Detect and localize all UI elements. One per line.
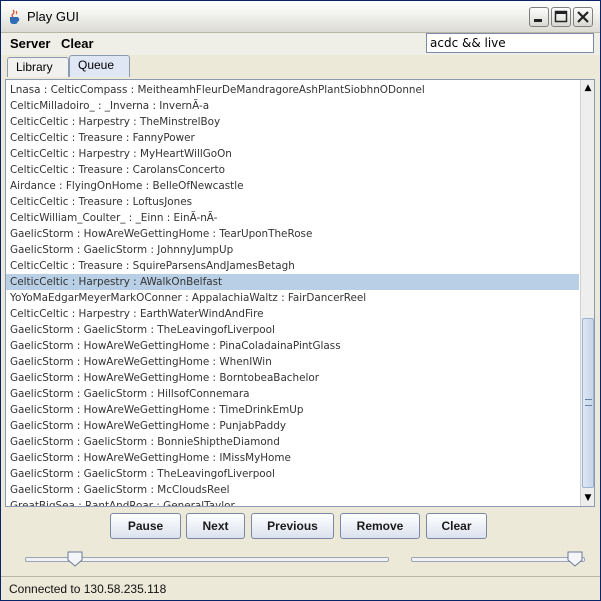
maximize-button[interactable] <box>551 7 571 27</box>
queue-row[interactable]: GaelicStorm : GaelicStorm : TheLeavingof… <box>6 466 579 482</box>
queue-row[interactable]: CelticCeltic : Treasure : FannyPower <box>6 130 579 146</box>
menu-server[interactable]: Server <box>10 36 50 51</box>
queue-row[interactable]: CelticCeltic : Harpestry : AWalkOnBelfas… <box>6 274 579 290</box>
position-slider-knob[interactable] <box>67 551 83 567</box>
queue-row[interactable]: GaelicStorm : HowAreWeGettingHome : Punj… <box>6 418 579 434</box>
maximize-icon <box>554 10 568 23</box>
queue-row[interactable]: GaelicStorm : GaelicStorm : McCloudsReel <box>6 482 579 498</box>
queue-row[interactable]: CelticCeltic : Harpestry : MyHeartWillGo… <box>6 146 579 162</box>
play-gui-window: Play GUI Server Clear Library Queue Lnas… <box>0 0 601 601</box>
tab-queue[interactable]: Queue <box>69 55 130 77</box>
queue-row[interactable]: Airdance : FlyingOnHome : BelleOfNewcast… <box>6 178 579 194</box>
queue-row[interactable]: GaelicStorm : GaelicStorm : JohnnyJumpUp <box>6 242 579 258</box>
remove-button[interactable]: Remove <box>340 513 420 539</box>
queue-list[interactable]: Lnasa : CelticCompass : MeitheamhFleurDe… <box>6 82 579 506</box>
queue-row[interactable]: GaelicStorm : HowAreWeGettingHome : Born… <box>6 370 579 386</box>
volume-slider-knob[interactable] <box>567 551 583 567</box>
minimize-icon <box>534 19 542 22</box>
queue-row[interactable]: GreatBigSea : RantAndRoar : GeneralTaylo… <box>6 498 579 506</box>
pause-button[interactable]: Pause <box>110 513 181 539</box>
status-bar: Connected to 130.58.235.118 <box>1 576 600 600</box>
queue-row[interactable]: GaelicStorm : GaelicStorm : HillsofConne… <box>6 386 579 402</box>
queue-list-panel: Lnasa : CelticCompass : MeitheamhFleurDe… <box>5 79 595 507</box>
queue-scrollbar[interactable]: ▲ ▼ <box>580 80 594 506</box>
queue-row[interactable]: GaelicStorm : GaelicStorm : TheLeavingof… <box>6 322 579 338</box>
queue-row[interactable]: GaelicStorm : HowAreWeGettingHome : Pina… <box>6 338 579 354</box>
queue-row[interactable]: GaelicStorm : HowAreWeGettingHome : IMis… <box>6 450 579 466</box>
clear-queue-button[interactable]: Clear <box>426 513 487 539</box>
queue-row[interactable]: CelticMilladoiro_ : _Inverna : InvernÃ-a <box>6 98 579 114</box>
queue-row[interactable]: GaelicStorm : HowAreWeGettingHome : Time… <box>6 402 579 418</box>
queue-row[interactable]: YoYoMaEdgarMeyerMarkOConner : Appalachia… <box>6 290 579 306</box>
search-input[interactable] <box>426 33 594 53</box>
queue-row[interactable]: CelticCeltic : Harpestry : TheMinstrelBo… <box>6 114 579 130</box>
queue-row[interactable]: CelticWilliam_Coulter_ : _Einn : EinÃ-nÃ… <box>6 210 579 226</box>
tab-library[interactable]: Library <box>7 57 69 77</box>
java-cup-icon <box>10 9 20 24</box>
previous-button[interactable]: Previous <box>251 513 334 539</box>
queue-row[interactable]: Lnasa : CelticCompass : MeitheamhFleurDe… <box>6 82 579 98</box>
queue-row[interactable]: GaelicStorm : HowAreWeGettingHome : Tear… <box>6 226 579 242</box>
connection-status: Connected to 130.58.235.118 <box>9 582 167 596</box>
scroll-up-arrow-icon[interactable]: ▲ <box>581 80 594 96</box>
close-button[interactable] <box>573 7 593 27</box>
minimize-button[interactable] <box>529 7 549 27</box>
queue-row[interactable]: CelticCeltic : Treasure : SquireParsensA… <box>6 258 579 274</box>
scroll-down-arrow-icon[interactable]: ▼ <box>581 490 594 506</box>
close-icon <box>577 11 589 23</box>
menu-clear[interactable]: Clear <box>61 36 94 51</box>
queue-row[interactable]: GaelicStorm : HowAreWeGettingHome : When… <box>6 354 579 370</box>
queue-row[interactable]: GaelicStorm : GaelicStorm : BonnieShipth… <box>6 434 579 450</box>
title-bar[interactable]: Play GUI <box>1 1 600 33</box>
queue-row[interactable]: CelticCeltic : Harpestry : EarthWaterWin… <box>6 306 579 322</box>
window-title: Play GUI <box>27 9 80 24</box>
grip-icon <box>585 399 592 406</box>
volume-slider-track[interactable] <box>411 557 585 562</box>
queue-row[interactable]: CelticCeltic : Treasure : LoftusJones <box>6 194 579 210</box>
queue-row[interactable]: CelticCeltic : Treasure : CarolansConcer… <box>6 162 579 178</box>
next-button[interactable]: Next <box>186 513 245 539</box>
scrollbar-thumb[interactable] <box>582 318 594 488</box>
tab-strip: Library Queue <box>5 55 598 77</box>
